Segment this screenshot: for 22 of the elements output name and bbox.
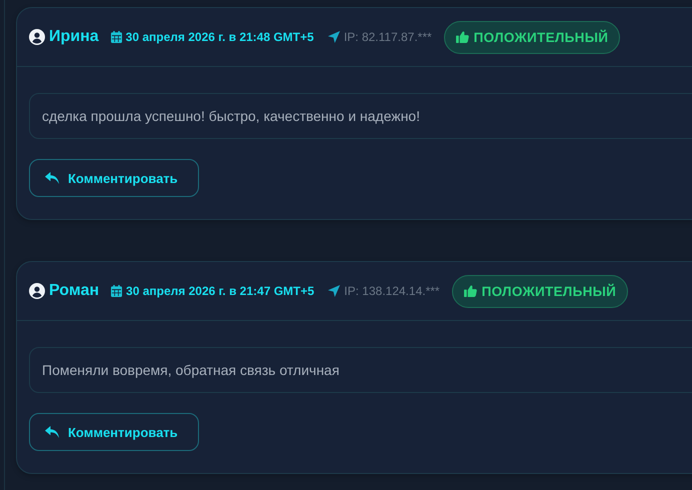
thumbs-up-icon bbox=[464, 285, 477, 297]
ip-address: IP: 82.117.87.*** bbox=[344, 30, 432, 44]
user-icon bbox=[29, 29, 45, 45]
author-name[interactable]: Ирина bbox=[49, 28, 99, 46]
ip-address: IP: 138.124.14.*** bbox=[344, 284, 440, 298]
review-date: 30 апреля 2026 г. в 21:48 GMT+5 bbox=[126, 30, 314, 44]
author-name[interactable]: Роман bbox=[49, 282, 100, 300]
calendar-icon bbox=[111, 285, 122, 297]
reply-icon bbox=[45, 426, 59, 438]
location-arrow-icon bbox=[328, 285, 340, 297]
review-text: Поменяли вовремя, обратная связь отличная bbox=[29, 347, 692, 393]
review-text: сделка прошла успешно! быстро, качественно и надежно! bbox=[29, 93, 692, 139]
review-date: 30 апреля 2026 г. в 21:47 GMT+5 bbox=[126, 284, 314, 298]
comment-button[interactable]: Комментировать bbox=[29, 413, 199, 451]
calendar-icon bbox=[110, 31, 122, 43]
reply-icon bbox=[45, 172, 59, 184]
rating-badge: ПОЛОЖИТЕЛЬНЫЙ bbox=[444, 20, 620, 54]
comment-button[interactable]: Комментировать bbox=[29, 159, 199, 197]
rating-badge: ПОЛОЖИТЕЛЬНЫЙ bbox=[452, 274, 628, 308]
thumbs-up-icon bbox=[456, 31, 469, 43]
user-icon bbox=[29, 283, 45, 299]
location-arrow-icon bbox=[328, 31, 340, 43]
